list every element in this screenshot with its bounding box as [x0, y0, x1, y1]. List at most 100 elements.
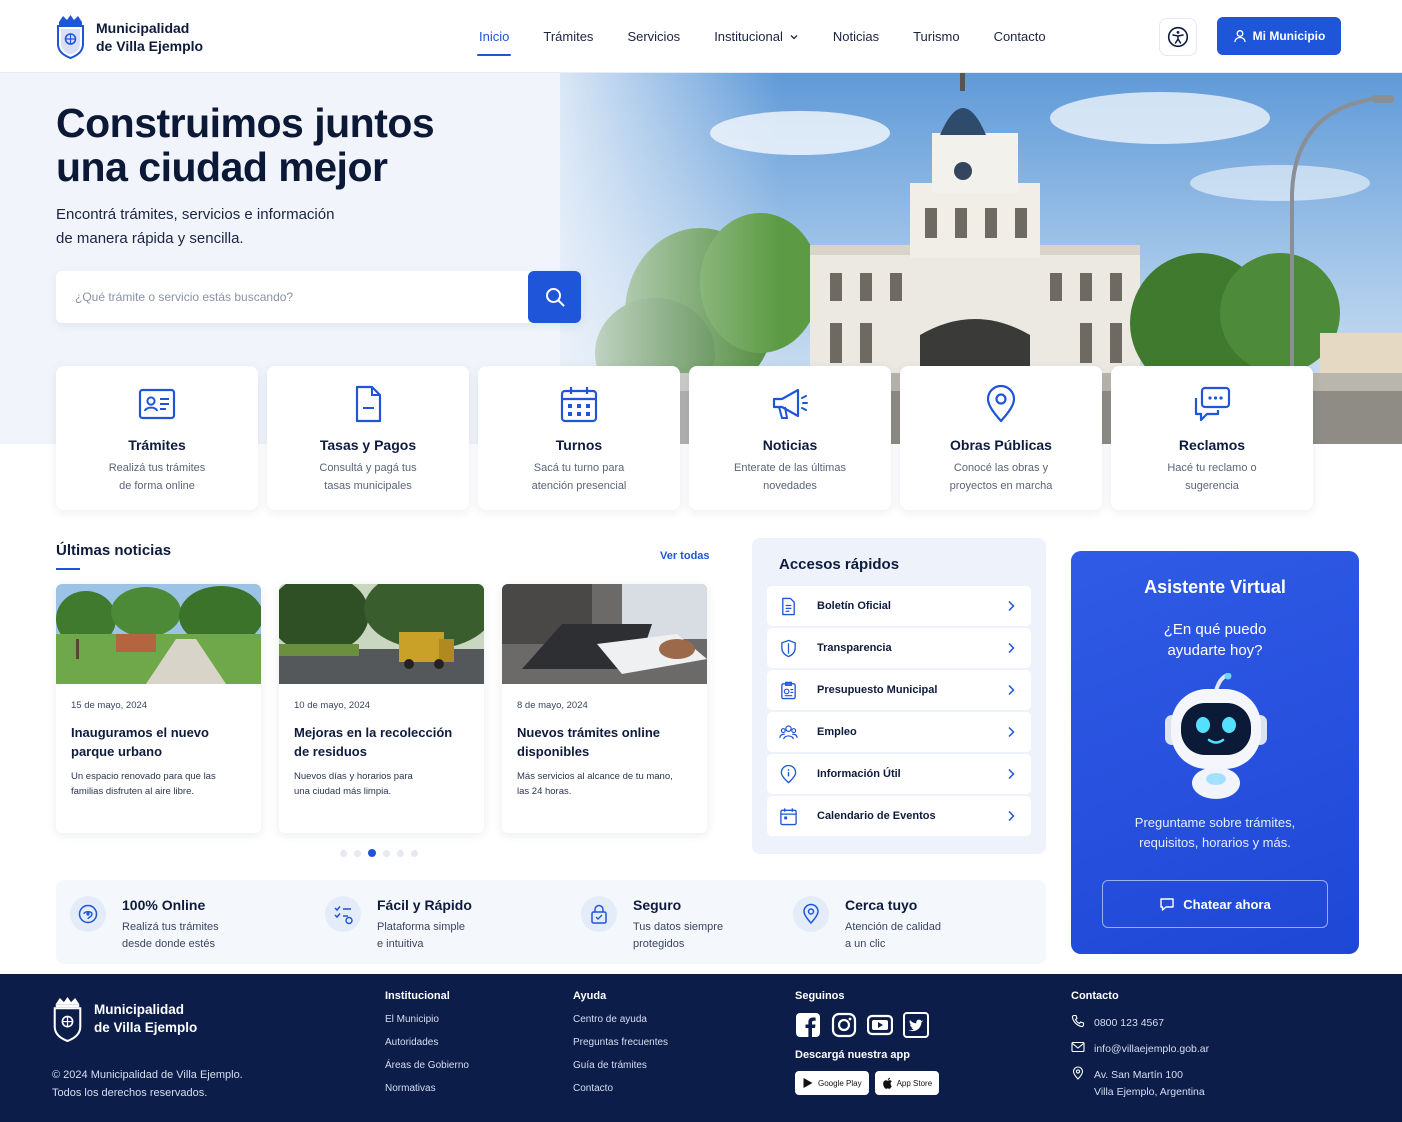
footer-link[interactable]: Normativas — [385, 1084, 469, 1094]
mi-municipio-button[interactable]: Mi Municipio — [1217, 17, 1341, 55]
news-headline: Inauguramos el nuevo parque urbano — [71, 723, 246, 761]
quick-link-empleo[interactable]: Empleo — [767, 712, 1031, 752]
footer-col-title: Ayuda — [573, 990, 607, 1002]
social-links — [795, 1012, 939, 1038]
hero-subtitle-line-1: Encontrá trámites, servicios e informaci… — [56, 206, 335, 223]
feature-desc-line: a un clic — [845, 938, 886, 950]
nav-contacto[interactable]: Contacto — [994, 0, 1046, 73]
news-summary-line: una ciudad más limpia. — [294, 786, 392, 797]
service-card-turnos[interactable]: Turnos Sacá tu turno para atención presen… — [478, 366, 680, 510]
site-footer: Municipalidad de Villa Ejemplo © 2024 Mu… — [0, 974, 1402, 1122]
quick-link-presupuesto[interactable]: Presupuesto Municipal — [767, 670, 1031, 710]
footer-link[interactable]: Preguntas frecuentes — [573, 1038, 668, 1048]
quick-link-boletin[interactable]: Boletín Oficial — [767, 586, 1031, 626]
site-header: Municipalidad de Villa Ejemplo Inicio Tr… — [0, 0, 1402, 73]
quick-link-info[interactable]: Información Útil — [767, 754, 1031, 794]
app-store-label: App Store — [896, 1078, 933, 1088]
nav-label: Noticias — [832, 29, 880, 44]
service-card-obras[interactable]: Obras Públicas Conocé las obras y proyect… — [900, 366, 1102, 510]
carousel-dot[interactable] — [383, 849, 390, 857]
service-desc-line: Hacé tu reclamo o — [1167, 462, 1257, 474]
carousel-dot[interactable] — [340, 849, 347, 857]
service-title: Obras Públicas — [950, 437, 1052, 453]
footer-logo[interactable]: Municipalidad de Villa Ejemplo — [52, 996, 197, 1042]
footer-link[interactable]: Autoridades — [385, 1038, 469, 1048]
carousel-dot[interactable] — [354, 849, 361, 857]
carousel-dot-active[interactable] — [368, 849, 376, 857]
instagram-icon[interactable] — [831, 1012, 857, 1038]
youtube-icon[interactable] — [867, 1012, 893, 1038]
feature-desc-line: Plataforma simple — [377, 921, 466, 933]
service-card-tramites[interactable]: Trámites Realizá tus trámites de forma on… — [56, 366, 258, 510]
contact-address: Av. San Martín 100 Villa Ejemplo, Argenti… — [1071, 1065, 1205, 1101]
nav-inicio[interactable]: Inicio — [476, 0, 512, 73]
news-title-underline — [56, 568, 80, 570]
nav-turismo[interactable]: Turismo — [913, 0, 959, 73]
hero-title-line-2: una ciudad mejor — [56, 144, 388, 190]
service-card-reclamos[interactable]: Reclamos Hacé tu reclamo o sugerencia — [1111, 366, 1313, 510]
service-desc: Enterate de las últimas novedades — [689, 459, 891, 495]
feature-desc-line: e intuitiva — [377, 938, 424, 950]
assistant-description-line: Preguntame sobre trámites, — [1134, 815, 1296, 830]
carousel-pagination — [340, 849, 418, 857]
footer-link[interactable]: Áreas de Gobierno — [385, 1061, 469, 1071]
document-icon — [782, 597, 795, 616]
feature-desc: Atención de calidad a un clic — [845, 919, 975, 953]
facebook-icon[interactable] — [795, 1012, 821, 1038]
carousel-dot[interactable] — [397, 849, 404, 857]
service-card-noticias[interactable]: Noticias Enterate de las últimas novedade… — [689, 366, 891, 510]
chat-now-button[interactable]: Chatear ahora — [1102, 880, 1328, 928]
news-card[interactable]: 10 de mayo, 2024 Mejoras en la recolecci… — [279, 584, 484, 833]
news-card[interactable]: 8 de mayo, 2024 Nuevos trámites online di… — [502, 584, 707, 833]
contact-email[interactable]: info@villaejemplo.gob.ar — [1071, 1039, 1209, 1057]
accessibility-button[interactable] — [1159, 18, 1197, 56]
quick-link-transparencia[interactable]: Transparencia — [767, 628, 1031, 668]
nav-noticias[interactable]: Noticias — [833, 0, 879, 73]
budget-icon — [781, 681, 796, 700]
nav-label: Servicios — [627, 29, 681, 44]
news-summary-line: Nuevos días y horarios para — [294, 771, 413, 782]
service-desc-line: Sacá tu turno para — [533, 462, 625, 474]
municipality-logo[interactable]: Municipalidad de Villa Ejemplo — [56, 14, 203, 59]
footer-link[interactable]: El Municipio — [385, 1015, 469, 1025]
search-input[interactable] — [56, 271, 528, 323]
footer-brand-line-1: Municipalidad — [94, 1002, 185, 1017]
twitter-icon[interactable] — [903, 1012, 929, 1038]
see-all-news-link[interactable]: Ver todas — [660, 550, 710, 562]
document-icon — [355, 385, 382, 423]
coat-of-arms-icon — [53, 997, 82, 1042]
app-store-badge[interactable]: App Store — [874, 1071, 940, 1095]
news-date: 8 de mayo, 2024 — [517, 700, 588, 711]
news-headline-line: Mejoras en la recolección — [294, 725, 453, 740]
user-icon — [1233, 30, 1246, 43]
nav-institucional[interactable]: Institucional — [714, 0, 799, 73]
news-carousel: 15 de mayo, 2024 Inauguramos el nuevo par… — [56, 584, 707, 833]
quick-link-label: Calendario de Eventos — [817, 810, 936, 822]
quick-link-calendario[interactable]: Calendario de Eventos — [767, 796, 1031, 836]
chat-icon — [1160, 898, 1174, 911]
google-play-icon — [803, 1078, 813, 1088]
feature-title: Seguro — [633, 897, 682, 913]
news-headline-line: parque urbano — [71, 744, 163, 759]
hero-subtitle: Encontrá trámites, servicios e informaci… — [56, 203, 376, 251]
service-desc-line: Realizá tus trámites — [108, 462, 206, 474]
footer-link[interactable]: Centro de ayuda — [573, 1015, 668, 1025]
assistant-title: Asistente Virtual — [1144, 577, 1286, 597]
nav-tramites[interactable]: Trámites — [543, 0, 593, 73]
service-desc: Realizá tus trámites de forma online — [56, 459, 258, 495]
footer-link[interactable]: Guía de trámites — [573, 1061, 668, 1071]
contact-address-text: Av. San Martín 100 Villa Ejemplo, Argenti… — [1094, 1067, 1205, 1101]
nav-servicios[interactable]: Servicios — [627, 0, 680, 73]
news-summary: Un espacio renovado para que las familias… — [71, 769, 246, 799]
service-card-tasas[interactable]: Tasas y Pagos Consultá y pagá tus tasas m… — [267, 366, 469, 510]
search-button[interactable] — [528, 271, 581, 323]
garbage-truck-photo — [279, 584, 484, 684]
service-desc-line: atención presencial — [531, 480, 627, 492]
google-play-badge[interactable]: Google Play — [795, 1071, 869, 1095]
news-card[interactable]: 15 de mayo, 2024 Inauguramos el nuevo par… — [56, 584, 261, 833]
service-desc-line: Enterate de las últimas — [734, 462, 846, 474]
contact-phone[interactable]: 0800 123 4567 — [1071, 1013, 1164, 1031]
news-headline-line: Nuevos trámites online — [517, 725, 661, 740]
carousel-dot[interactable] — [411, 849, 418, 857]
footer-link[interactable]: Contacto — [573, 1084, 668, 1094]
